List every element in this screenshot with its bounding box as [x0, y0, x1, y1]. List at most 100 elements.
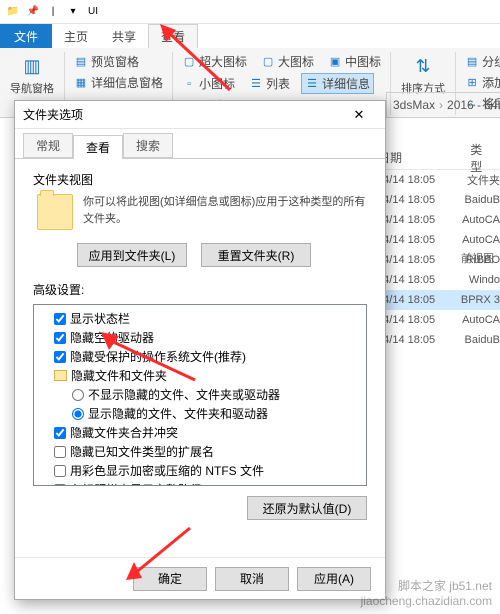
qat-tab-label: UI [86, 5, 100, 19]
dialog-body: 文件夹视图 你可以将此视图(如详细信息或图标)应用于这种类型的所有文件夹。 应用… [15, 159, 385, 557]
dialog-tabs: 常规 查看 搜索 [15, 135, 385, 159]
ok-button[interactable]: 确定 [133, 567, 207, 591]
cell-type: AutoCA [458, 314, 500, 326]
advanced-settings-title: 高级设置: [33, 281, 367, 298]
layout-extra-large[interactable]: ▢超大图标 [179, 52, 250, 71]
table-row[interactable]: /04/14 18:05BPRX 3 [370, 290, 500, 310]
layout-small[interactable]: ▫小图标 [179, 73, 238, 94]
preview-pane-label: 预览窗格 [91, 53, 139, 70]
crumb-1[interactable]: 3dsMax [393, 98, 435, 112]
opt-show-status-bar[interactable]: 显示状态栏 [40, 309, 360, 328]
checkbox[interactable] [54, 313, 66, 325]
dialog-titlebar: 文件夹选项 ✕ [15, 101, 385, 129]
preview-pane-button[interactable]: ▤预览窗格 [71, 52, 166, 71]
table-row[interactable]: /04/14 18:05AutoCA [370, 230, 500, 250]
tab-general[interactable]: 常规 [23, 133, 73, 158]
cell-type: Windo [465, 274, 500, 286]
extra-large-label: 超大图标 [199, 53, 247, 70]
layout-large[interactable]: ▢大图标 [258, 52, 317, 71]
opt-label: 隐藏空的驱动器 [70, 329, 154, 346]
crumb-2[interactable]: 2016 - 64b [447, 98, 500, 112]
layout-details[interactable]: ☰详细信息 [301, 73, 374, 94]
cancel-button[interactable]: 取消 [215, 567, 289, 591]
folder-icon [37, 194, 73, 230]
layout-medium[interactable]: ▣中图标 [325, 52, 384, 71]
extra-large-icon: ▢ [182, 55, 196, 69]
opt-dont-show-hidden[interactable]: 不显示隐藏的文件、文件夹或驱动器 [40, 385, 360, 404]
advanced-settings-tree[interactable]: 显示状态栏 隐藏空的驱动器 隐藏受保护的操作系统文件(推荐) 隐藏文件和文件夹 … [33, 304, 367, 486]
reset-folders-button[interactable]: 重置文件夹(R) [201, 243, 311, 267]
list-label: 列表 [266, 75, 290, 92]
watermark-line: jiaocheng.chazidian.com [361, 594, 492, 610]
table-row[interactable]: /04/14 18:05AutoCA [370, 310, 500, 330]
checkbox[interactable] [54, 332, 66, 344]
tab-search[interactable]: 搜索 [123, 133, 173, 158]
table-row[interactable]: /04/14 18:05Windo [370, 270, 500, 290]
checkbox[interactable] [54, 446, 66, 458]
opt-full-path-title[interactable]: 在标题栏中显示完整路径 [40, 480, 360, 486]
watermark-line: 脚本之家 jb51.net [361, 579, 492, 595]
close-button[interactable]: ✕ [341, 101, 377, 128]
small-icon: ▫ [182, 77, 196, 91]
checkbox[interactable] [54, 484, 66, 487]
large-icon: ▢ [261, 55, 275, 69]
opt-hide-merge-conflicts[interactable]: 隐藏文件夹合并冲突 [40, 423, 360, 442]
cell-type: BaiduB [461, 194, 500, 206]
details-pane-label: 详细信息窗格 [91, 74, 163, 91]
tab-file[interactable]: 文件 [0, 24, 52, 48]
radio[interactable] [72, 389, 84, 401]
add-columns-button[interactable]: ⊞添加列 [462, 73, 500, 92]
details-pane-button[interactable]: ▦详细信息窗格 [71, 73, 166, 92]
cell-type: BPRX 3 [457, 294, 500, 306]
opt-hide-empty-drives[interactable]: 隐藏空的驱动器 [40, 328, 360, 347]
medium-label: 中图标 [345, 53, 381, 70]
folder-view-description: 你可以将此视图(如详细信息或图标)应用于这种类型的所有文件夹。 [83, 194, 367, 227]
opt-color-ntfs[interactable]: 用彩色显示加密或压缩的 NTFS 文件 [40, 461, 360, 480]
table-row[interactable]: /04/14 18:05AutoCA [370, 210, 500, 230]
checkbox[interactable] [54, 465, 66, 477]
tab-share[interactable]: 共享 [100, 24, 148, 48]
sort-icon: ⇅ [411, 54, 435, 78]
add-columns-icon: ⊞ [465, 76, 479, 90]
details-label: 详细信息 [322, 75, 370, 92]
table-row[interactable]: /04/14 18:05文件夹 [370, 170, 500, 190]
table-row[interactable]: /04/14 18:05RIBBO [370, 250, 500, 270]
nav-pane-icon: ▥ [20, 54, 44, 78]
folder-options-dialog: 文件夹选项 ✕ 常规 查看 搜索 文件夹视图 你可以将此视图(如详细信息或图标)… [14, 100, 386, 600]
table-row[interactable]: /04/14 18:05BaiduB [370, 330, 500, 350]
apply-to-folders-button[interactable]: 应用到文件夹(L) [77, 243, 187, 267]
add-columns-label: 添加列 [482, 74, 500, 91]
quick-access-toolbar: 📁 📌 | ▾ UI [0, 0, 500, 24]
folder-icon: 📁 [6, 5, 20, 19]
watermark: 脚本之家 jb51.net jiaocheng.chazidian.com [361, 579, 492, 610]
large-label: 大图标 [278, 53, 314, 70]
restore-defaults-button[interactable]: 还原为默认值(D) [247, 496, 367, 520]
group-by-label: 分组依据 [482, 53, 500, 70]
tab-view[interactable]: 查看 [148, 24, 198, 48]
radio[interactable] [72, 408, 84, 420]
tab-view-dialog[interactable]: 查看 [73, 135, 123, 159]
tab-home[interactable]: 主页 [52, 24, 100, 48]
preview-pane-icon: ▤ [74, 55, 88, 69]
opt-label: 隐藏文件和文件夹 [71, 367, 167, 384]
layout-list[interactable]: ☰列表 [246, 73, 293, 94]
group-by-icon: ▤ [465, 55, 479, 69]
details-pane-icon: ▦ [74, 76, 88, 90]
list-icon: ☰ [249, 77, 263, 91]
qat-separator: | [46, 5, 60, 19]
opt-show-hidden[interactable]: 显示隐藏的文件、文件夹和驱动器 [40, 404, 360, 423]
opt-label: 在标题栏中显示完整路径 [70, 481, 202, 486]
cell-type: AutoCA [458, 214, 500, 226]
opt-label: 显示隐藏的文件、文件夹和驱动器 [88, 405, 268, 422]
dropdown-icon[interactable]: ▾ [66, 5, 80, 19]
checkbox[interactable] [54, 351, 66, 363]
table-row[interactable]: /04/14 18:05BaiduB [370, 190, 500, 210]
group-by-button[interactable]: ▤分组依据 [462, 52, 500, 71]
opt-hide-protected-os[interactable]: 隐藏受保护的操作系统文件(推荐) [40, 347, 360, 366]
checkbox[interactable] [54, 427, 66, 439]
opt-hide-known-ext[interactable]: 隐藏已知文件类型的扩展名 [40, 442, 360, 461]
column-headers: 日期 类型 [370, 146, 500, 170]
pin-icon: 📌 [26, 5, 40, 19]
nav-pane-button[interactable]: ▥ 导航窗格 [6, 52, 58, 98]
breadcrumb[interactable]: 3dsMax › 2016 - 64b [386, 92, 500, 118]
